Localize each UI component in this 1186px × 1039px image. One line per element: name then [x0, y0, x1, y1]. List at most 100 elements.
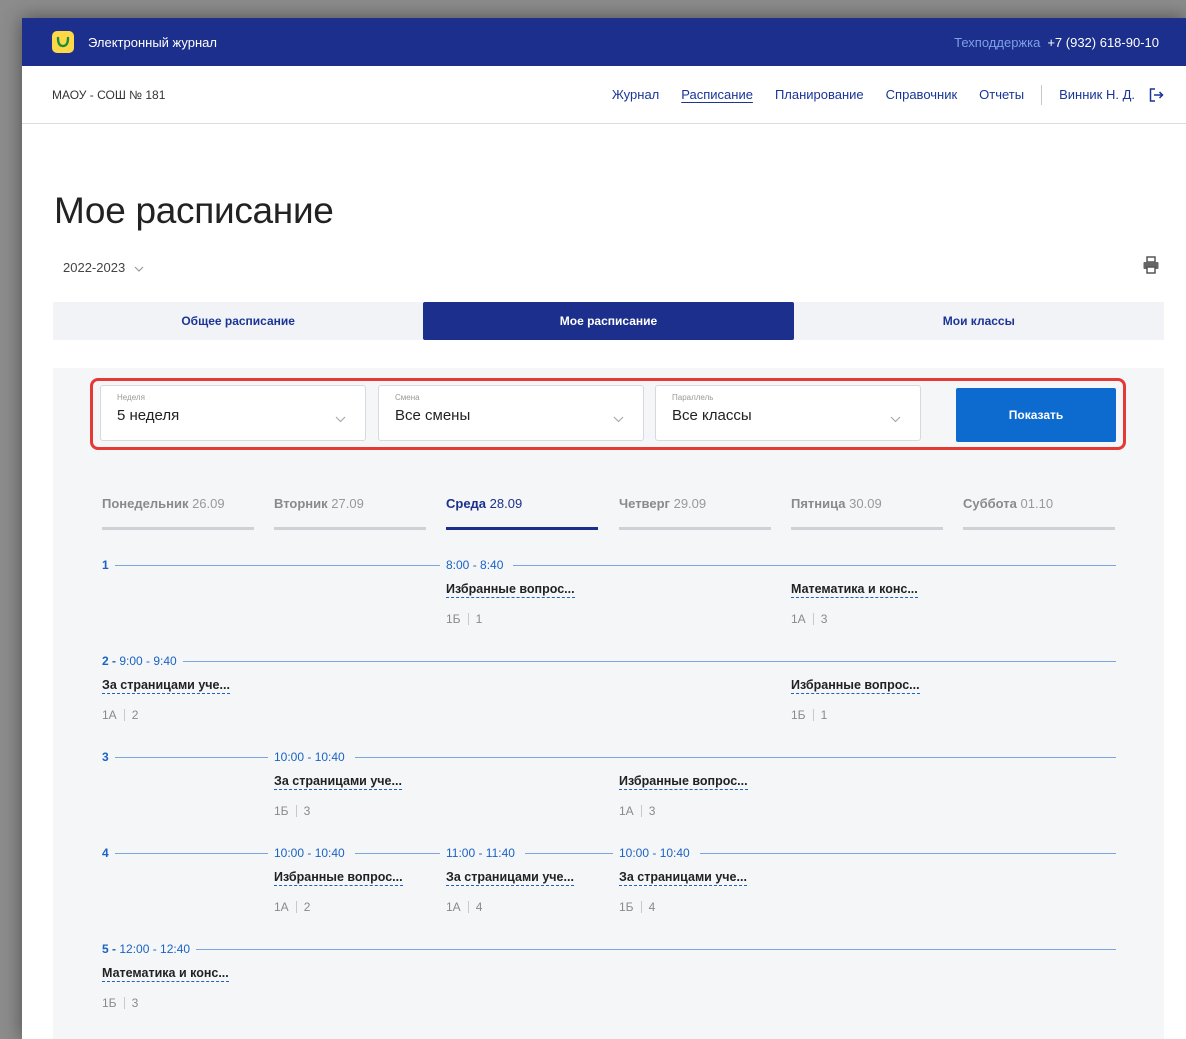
lesson-room: 4: [648, 900, 656, 914]
lesson-class: 1Б: [619, 900, 634, 914]
nav-planning[interactable]: Планирование: [775, 87, 864, 102]
lesson-room: 3: [648, 804, 656, 818]
lesson-subject-link[interactable]: За страницами уче...: [274, 774, 402, 790]
lesson-room: 3: [820, 612, 828, 626]
lesson-room: 2: [303, 900, 311, 914]
lesson-separator: [102, 853, 1116, 854]
app-title[interactable]: Электронный журнал: [88, 35, 217, 50]
week-select[interactable]: Неделя 5 неделя: [100, 385, 366, 441]
day-date: 27.09: [331, 496, 364, 511]
meta-divider: [467, 901, 469, 913]
lesson-time: 10:00 - 10:40: [268, 846, 355, 860]
support-phone: +7 (932) 618-90-10: [1047, 34, 1159, 50]
logout-icon[interactable]: [1149, 87, 1164, 102]
lesson-separator: [102, 565, 1116, 566]
lesson-subject-link[interactable]: За страницами уче...: [619, 870, 747, 886]
day-tab[interactable]: Среда 28.09: [446, 496, 598, 530]
lesson-number: 1: [102, 558, 115, 572]
lesson-meta: 1Б 1: [791, 708, 827, 722]
nav-schedule[interactable]: Расписание: [681, 87, 753, 102]
lesson-number-value: 1: [102, 558, 109, 572]
nav-divider: [1041, 84, 1043, 105]
lesson-number-value: 2: [102, 654, 109, 668]
lesson-room: 2: [131, 708, 139, 722]
lesson-subject-link[interactable]: За страницами уче...: [102, 678, 230, 694]
tab-my-schedule[interactable]: Мое расписание: [423, 302, 794, 340]
lesson-subject-link[interactable]: Математика и конс...: [102, 966, 229, 982]
lesson-subject-link[interactable]: Избранные вопрос...: [619, 774, 748, 790]
lesson-subject-link[interactable]: За страницами уче...: [446, 870, 574, 886]
print-icon[interactable]: [1142, 256, 1160, 279]
meta-divider: [640, 805, 642, 817]
year-select[interactable]: 2022-2023: [63, 260, 144, 275]
lesson-separator: [102, 661, 1116, 662]
nav-journal[interactable]: Журнал: [612, 87, 659, 102]
top-bar: Электронный журнал Техподдержка +7 (932)…: [22, 18, 1186, 66]
lesson-meta: 1А 3: [619, 804, 655, 818]
tab-general-schedule[interactable]: Общее расписание: [53, 302, 423, 340]
lesson-number-value: 3: [102, 750, 109, 764]
lesson-meta: 1Б 4: [619, 900, 655, 914]
lesson-time: 10:00 - 10:40: [268, 750, 355, 764]
day-date: 28.09: [489, 496, 523, 511]
day-name: Четверг: [619, 496, 670, 511]
day-tab[interactable]: Суббота 01.10: [963, 496, 1115, 530]
lesson-class: 1А: [102, 708, 117, 722]
lesson-meta: 1А 2: [274, 900, 310, 914]
lesson-meta: 1Б 3: [274, 804, 310, 818]
shift-label: Смена: [395, 393, 420, 402]
lesson-subject-link[interactable]: Избранные вопрос...: [791, 678, 920, 694]
lesson-room: 1: [820, 708, 828, 722]
day-name: Среда: [446, 496, 487, 511]
meta-divider: [123, 709, 125, 721]
schedule-tabs: Общее расписание Мое расписание Мои клас…: [53, 302, 1164, 340]
show-button[interactable]: Показать: [956, 388, 1116, 442]
chevron-down-icon: [335, 410, 346, 428]
parallel-select[interactable]: Параллель Все классы: [655, 385, 921, 441]
week-label: Неделя: [117, 393, 145, 402]
lesson-separator: [102, 757, 1116, 758]
lesson-class: 1А: [791, 612, 806, 626]
chevron-down-icon: [890, 410, 901, 428]
day-tab[interactable]: Четверг 29.09: [619, 496, 771, 530]
tab-my-classes[interactable]: Мои классы: [794, 302, 1164, 340]
lesson-time: 12:00 - 12:40: [119, 942, 191, 956]
lesson-separator: [102, 949, 1116, 950]
lesson-number: 4: [102, 846, 115, 860]
user-menu[interactable]: Винник Н. Д.: [1059, 87, 1135, 102]
meta-divider: [467, 613, 469, 625]
day-name: Пятница: [791, 496, 846, 511]
lesson-room: 3: [303, 804, 311, 818]
chevron-down-icon: [613, 410, 624, 428]
lesson-number: 5 - 12:00 - 12:40: [102, 942, 197, 956]
parallel-label: Параллель: [672, 393, 714, 402]
meta-divider: [295, 901, 297, 913]
support-link[interactable]: Техподдержка: [954, 35, 1040, 50]
lesson-class: 1А: [619, 804, 634, 818]
day-tab[interactable]: Вторник 27.09: [274, 496, 426, 530]
page-title: Мое расписание: [54, 190, 334, 231]
nav-reference[interactable]: Справочник: [886, 87, 958, 102]
main-nav: МАОУ - СОШ № 181 Журнал Расписание Плани…: [22, 66, 1186, 124]
lesson-room: 3: [131, 996, 139, 1010]
page: Электронный журнал Техподдержка +7 (932)…: [22, 18, 1186, 1039]
day-tab[interactable]: Понедельник 26.09: [102, 496, 254, 530]
lesson-meta: 1А 2: [102, 708, 138, 722]
day-date: 26.09: [192, 496, 225, 511]
shift-select[interactable]: Смена Все смены: [378, 385, 644, 441]
lesson-room: 4: [475, 900, 483, 914]
app-logo-icon[interactable]: [52, 31, 74, 53]
day-date: 29.09: [673, 496, 707, 511]
lesson-class: 1Б: [446, 612, 461, 626]
nav-reports[interactable]: Отчеты: [979, 87, 1024, 102]
day-name: Вторник: [274, 496, 328, 511]
day-name: Понедельник: [102, 496, 189, 511]
lesson-subject-link[interactable]: Математика и конс...: [791, 582, 918, 598]
lesson-meta: 1Б 1: [446, 612, 482, 626]
lesson-meta: 1Б 3: [102, 996, 138, 1010]
parallel-value: Все классы: [672, 407, 752, 424]
day-tab[interactable]: Пятница 30.09: [791, 496, 943, 530]
day-name: Суббота: [963, 496, 1017, 511]
lesson-subject-link[interactable]: Избранные вопрос...: [274, 870, 403, 886]
lesson-subject-link[interactable]: Избранные вопрос...: [446, 582, 575, 598]
